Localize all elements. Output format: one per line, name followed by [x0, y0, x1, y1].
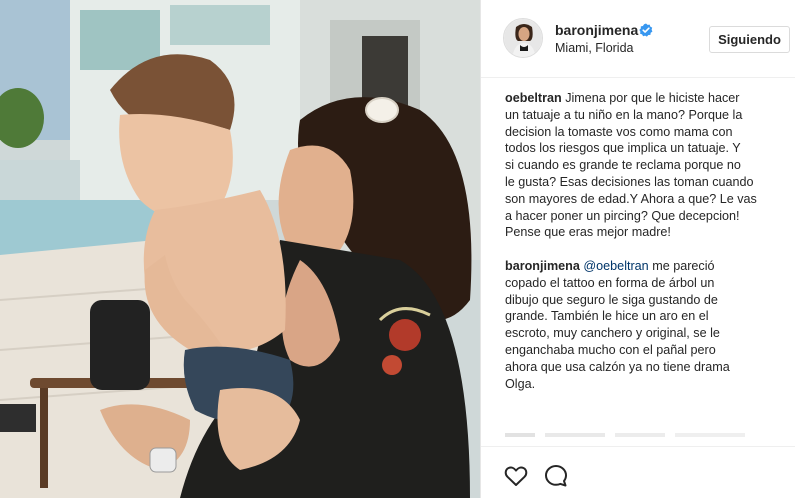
- comment-text: Jimena por que le hiciste hacer: [565, 91, 740, 105]
- post-actions: [481, 446, 795, 498]
- comment-text: dibujo que seguro le siga gustando de: [505, 292, 718, 307]
- comment-text: Olga.: [505, 376, 536, 391]
- comment-text: ahora que usa calzón ya no tiene drama: [505, 359, 730, 374]
- comment-bubble-icon[interactable]: [543, 463, 569, 489]
- comments-list: oebeltran Jimena por que le hiciste hace…: [481, 78, 795, 444]
- comment-item: oebeltran Jimena por que le hiciste hace…: [505, 90, 787, 241]
- comment-text: todos los riesgos que implica un tatuaje…: [505, 141, 741, 156]
- comment-text: enganchaba mucho con el pañal pero: [505, 342, 716, 357]
- post-photo[interactable]: [0, 0, 480, 498]
- avatar-image: [504, 19, 542, 57]
- comment-text: un tatuaje a tu niño en la mano? Porque …: [505, 107, 743, 122]
- comment-text: me pareció: [652, 259, 715, 273]
- truncated-comment-hint: [505, 433, 745, 437]
- comment-text: a hacer poner un pircing? Que decepcion!: [505, 208, 740, 223]
- instagram-post: baronjimena Miami, Florida Siguiendo oeb…: [0, 0, 795, 498]
- comment-text: le gusta? Esas decisiones las toman cuan…: [505, 174, 754, 189]
- comment-text: Pense que eras mejor madre!: [505, 225, 671, 240]
- comment-text: grande. También le hice un aro en el: [505, 309, 709, 324]
- comment-item: baronjimena @oebeltran me pareció copado…: [505, 258, 787, 392]
- comment-username[interactable]: oebeltran: [505, 91, 562, 105]
- comment-text: son mayores de edad.Y Ahora a que? Le va…: [505, 191, 757, 206]
- comment-mention-link[interactable]: @oebeltran: [583, 259, 648, 273]
- comment-line: oebeltran Jimena por que le hiciste hace…: [505, 90, 787, 107]
- username-link[interactable]: baronjimena: [555, 22, 638, 38]
- comment-text: si cuando es grande te reclama porque no: [505, 158, 741, 173]
- comment-line: baronjimena @oebeltran me pareció: [505, 258, 787, 275]
- following-button[interactable]: Siguiendo: [709, 26, 790, 53]
- comment-username[interactable]: baronjimena: [505, 259, 580, 273]
- comment-text: copado el tattoo en forma de árbol un: [505, 275, 715, 290]
- avatar[interactable]: [503, 18, 543, 58]
- heart-icon[interactable]: [503, 463, 529, 489]
- post-side-panel: baronjimena Miami, Florida Siguiendo oeb…: [480, 0, 795, 498]
- comment-text: escroto, muy canchero y original, se le: [505, 326, 720, 341]
- comment-text: decision la tomaste vos como mama con: [505, 124, 733, 139]
- location-link[interactable]: Miami, Florida: [555, 41, 634, 55]
- post-header: baronjimena Miami, Florida Siguiendo: [481, 0, 795, 78]
- verified-badge-icon: [639, 23, 653, 37]
- photo-illustration: [0, 0, 480, 498]
